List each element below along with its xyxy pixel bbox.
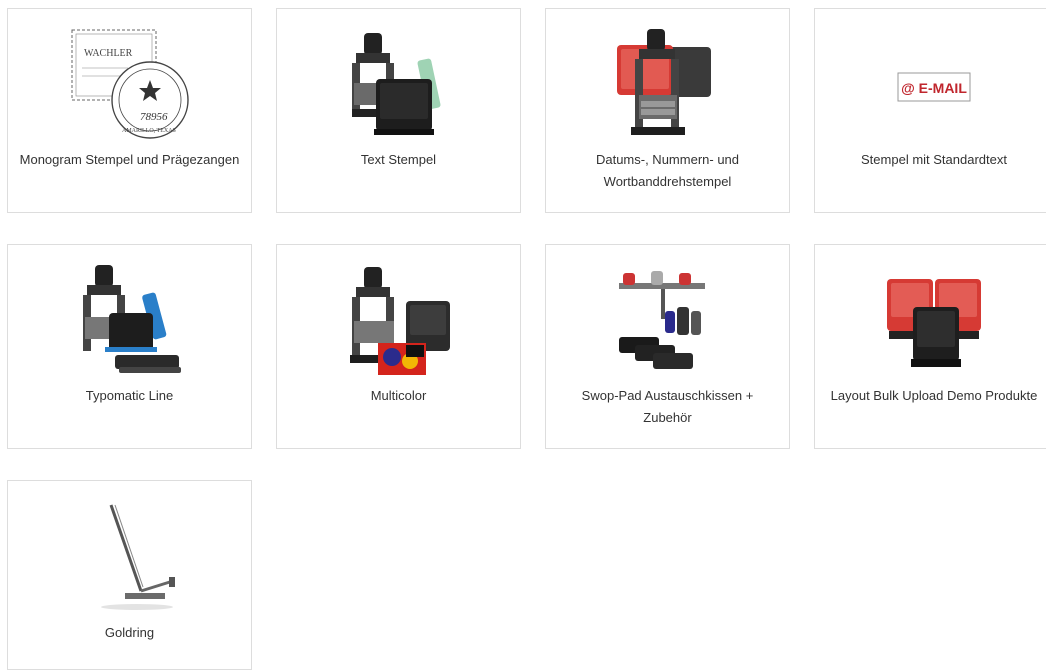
category-label: Goldring <box>104 625 155 640</box>
category-label: Swop-Pad Austauschkissen + Zubehör <box>581 388 754 425</box>
category-card-typomatic-line[interactable]: Typomatic Line <box>7 244 252 449</box>
category-card-bulk-upload[interactable]: Layout Bulk Upload Demo Produkte <box>814 244 1046 449</box>
category-label: Layout Bulk Upload Demo Produkte <box>830 388 1038 403</box>
category-card-swop-pad[interactable]: Swop-Pad Austauschkissen + Zubehör <box>545 244 790 449</box>
goldring-stamp-icon <box>8 501 251 616</box>
date-number-stamp-icon <box>546 29 789 144</box>
text-stamp-icon <box>277 29 520 144</box>
category-card-datums-nummern[interactable]: Datums-, Nummern- und Wortbanddrehstempe… <box>545 8 790 213</box>
category-label: Multicolor <box>370 388 427 403</box>
category-label: Datums-, Nummern- und Wortbanddrehstempe… <box>595 152 740 189</box>
category-card-multicolor[interactable]: Multicolor <box>276 244 521 449</box>
swop-pad-icon <box>546 265 789 380</box>
monogram-stamp-icon: WACHLER 78956 AMARILLO, TEXAS <box>8 29 251 144</box>
typomatic-stamp-icon <box>8 265 251 380</box>
multicolor-stamp-icon <box>277 265 520 380</box>
category-label: Text Stempel <box>360 152 437 167</box>
category-label: Typomatic Line <box>85 388 174 403</box>
category-label: Monogram Stempel und Prägezangen <box>19 152 240 167</box>
monogram-city-text: AMARILLO, TEXAS <box>122 128 176 134</box>
category-card-text-stempel[interactable]: Text Stempel <box>276 8 521 213</box>
monogram-number-text: 78956 <box>140 111 168 123</box>
bulk-upload-stamp-icon <box>815 265 1046 380</box>
category-card-goldring[interactable]: Goldring <box>7 480 252 670</box>
category-card-monogram[interactable]: WACHLER 78956 AMARILLO, TEXAS Monogram S… <box>7 8 252 213</box>
category-label: Stempel mit Standardtext <box>861 152 1007 167</box>
email-stamp-icon: @ E-MAIL <box>815 29 1046 144</box>
monogram-name-text: WACHLER <box>84 48 133 59</box>
email-stamp-text: @ E-MAIL <box>901 80 967 96</box>
category-card-standardtext[interactable]: @ E-MAIL Stempel mit Standardtext <box>814 8 1046 213</box>
